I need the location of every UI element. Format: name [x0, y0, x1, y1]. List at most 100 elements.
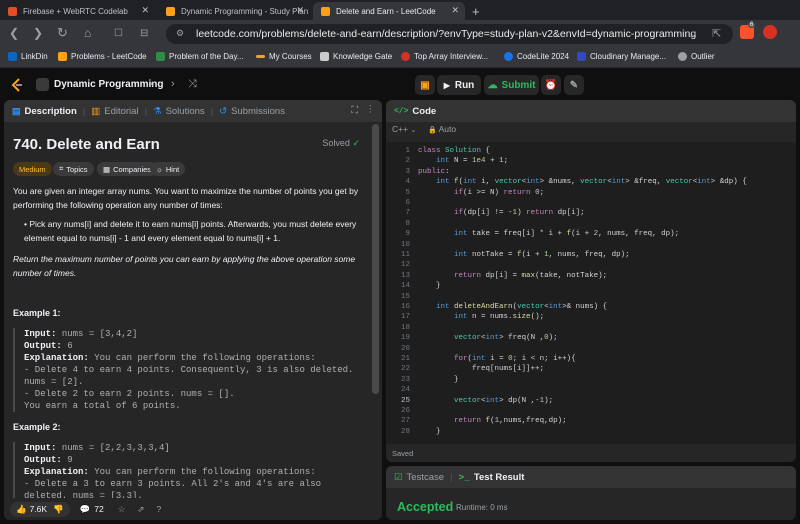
close-tab-icon[interactable]: ✕	[141, 5, 149, 16]
hint-tag[interactable]: ☼ Hint	[150, 162, 186, 176]
companies-tag[interactable]: ▦ Companies	[97, 162, 158, 176]
bookmark-cloudinary[interactable]: Cloudinary Manage...	[577, 52, 666, 61]
line-number: 17	[400, 313, 410, 322]
rule-bullet: • Pick any nums[i] and delete it to earn…	[24, 217, 364, 245]
line-number: 27	[400, 417, 410, 426]
next-problem-icon[interactable]: ›	[171, 78, 175, 90]
line-number: 26	[400, 407, 410, 415]
thumbs-down-icon[interactable]: 👎	[53, 504, 64, 515]
code-line: vector<int> dp(N ,-1);	[454, 396, 554, 405]
problem-statement: You are given an integer array nums. You…	[13, 184, 364, 212]
bookmark-knowledge-gate[interactable]: Knowledge Gate	[320, 52, 392, 61]
line-number: 24	[400, 386, 410, 395]
line-number: 16	[400, 303, 410, 311]
site-info-icon[interactable]: ⚙	[176, 28, 184, 39]
tab-solutions[interactable]: ⚗ Solutions	[153, 106, 205, 117]
run-button[interactable]: ▶ Run	[437, 75, 481, 95]
bookmark-outlier[interactable]: Outlier	[678, 52, 715, 61]
tag-icon: ⌗	[59, 164, 64, 173]
result-status: Accepted	[397, 500, 454, 514]
more-options-icon[interactable]: ⋮	[366, 104, 376, 115]
code-line: int take = freq[i] * i + f(i + 2, nums, …	[454, 230, 680, 239]
tab-label: Testcase	[406, 471, 445, 483]
bookmark-my-courses[interactable]: My Courses	[256, 52, 312, 61]
problem-title[interactable]: 740. Delete and Earn	[13, 136, 160, 153]
maximize-icon[interactable]: ⛶	[351, 105, 358, 116]
line-number: 19	[400, 334, 410, 343]
notes-button[interactable]: ✎	[564, 75, 584, 95]
mode-label: Auto	[438, 124, 457, 134]
browser-toolbar: ❮ ❯ ↻ ⌂ ☐ ⊟ ⚙ leetcode.com/problems/dele…	[0, 20, 800, 48]
bookmark-codelite[interactable]: CodeLite 2024	[504, 52, 569, 61]
line-number: 5	[405, 188, 410, 197]
code-editor[interactable]: 1 class Solution {2 int N = 1e4 + 1; 3 publ…	[386, 142, 796, 444]
reload-icon[interactable]: ↻	[57, 25, 68, 41]
back-icon[interactable]: ❮	[9, 26, 19, 40]
leetcode-logo-icon[interactable]	[10, 78, 24, 92]
forward-icon[interactable]: ❯	[33, 26, 43, 40]
example-1-explanation: Explanation: You can perform the followi…	[24, 353, 316, 363]
line-number: 3	[405, 167, 410, 176]
bookmark-problems[interactable]: Problems - LeetCode	[58, 52, 147, 61]
like-count: 7.6K	[29, 504, 48, 514]
close-tab-icon[interactable]: ✕	[451, 5, 459, 16]
description-scrollbar[interactable]	[372, 124, 379, 394]
share-link-icon[interactable]: ⇗	[137, 504, 144, 515]
search-icon[interactable]: ⌕	[690, 26, 697, 41]
example-2-explanation: Explanation: You can perform the followi…	[24, 467, 316, 477]
bookmark-potd[interactable]: Problem of the Day...	[156, 52, 244, 61]
linkedin-icon	[8, 52, 17, 61]
thumbs-up-icon: 👍	[16, 503, 27, 514]
play-icon: ▶	[443, 80, 450, 90]
return-text: Return the maximum number of points you …	[13, 254, 356, 278]
star-icon[interactable]: ☆	[118, 504, 126, 515]
browser-tab-firebase[interactable]: Firebase + WebRTC Codelab ✕	[0, 2, 155, 20]
help-icon[interactable]: ?	[157, 504, 162, 514]
browser-tab-study-plan[interactable]: Dynamic Programming - Study Plan ✕	[158, 2, 310, 20]
address-bar[interactable]: ⚙ leetcode.com/problems/delete-and-earn/…	[166, 24, 733, 44]
submit-button[interactable]: ☁ Submit	[484, 75, 539, 95]
shuffle-icon[interactable]: ⤨	[188, 78, 197, 91]
browser-tab-delete-and-earn[interactable]: Delete and Earn - LeetCode ✕	[313, 2, 465, 20]
code-line: return dp[i] = max(take, notTake);	[454, 271, 608, 280]
example-1-step: You earn a total of 6 points.	[24, 401, 181, 411]
editor-toolbar: C++ ⌄ 🔒 Auto	[386, 122, 796, 138]
run-label: Run	[454, 79, 475, 91]
rewards-icon[interactable]	[763, 25, 777, 39]
line-number: 11	[400, 251, 410, 259]
tab-search-icon[interactable]: ⊟	[140, 28, 148, 39]
study-plan-icon	[36, 78, 49, 91]
timer-button[interactable]: ⏰	[541, 75, 561, 95]
debug-button[interactable]: ▣	[415, 75, 435, 95]
new-tab-button[interactable]: +	[470, 2, 490, 20]
home-icon[interactable]: ⌂	[84, 26, 91, 40]
like-button[interactable]: 👍 7.6K 👎	[10, 501, 70, 517]
courses-icon	[256, 55, 265, 58]
prev-problem-icon[interactable]: ‹	[150, 78, 154, 90]
problem-list-title[interactable]: Dynamic Programming	[54, 79, 163, 90]
bookmark-linkedin[interactable]: LinkDin	[8, 52, 48, 61]
tab-test-result[interactable]: >_ Test Result	[459, 472, 525, 483]
language-label: C++	[392, 124, 409, 134]
tab-submissions[interactable]: ↺ Submissions	[219, 106, 285, 117]
bookmark-label: My Courses	[269, 52, 312, 61]
comments-button[interactable]: 💬 72	[80, 504, 104, 515]
bookmark-page-icon[interactable]: ☐	[114, 28, 123, 39]
share-icon[interactable]: ⇱	[712, 27, 721, 40]
example-2-output: Output: 9	[24, 455, 73, 465]
mode-indicator[interactable]: 🔒 Auto	[428, 124, 456, 134]
bookmark-top-array[interactable]: Top Array Interview...	[401, 52, 488, 61]
tab-code[interactable]: </> Code	[394, 106, 436, 117]
code-line: freq[nums[i]]++;	[418, 365, 545, 374]
comment-count: 72	[94, 504, 104, 514]
cloudinary-icon	[577, 52, 586, 61]
tab-description[interactable]: ▤ Description	[12, 106, 77, 117]
extension-badge: 6	[748, 22, 756, 28]
tab-editorial[interactable]: ▥ Editorial	[91, 106, 138, 117]
topics-tag[interactable]: ⌗ Topics	[53, 162, 94, 176]
language-select[interactable]: C++ ⌄	[392, 124, 416, 134]
example-1-step: - Delete 4 to earn 4 points. Consequentl…	[24, 365, 354, 387]
code-line: int n = nums.size();	[454, 313, 545, 322]
close-tab-icon[interactable]: ✕	[296, 5, 304, 16]
tab-testcase[interactable]: ☑ Testcase	[394, 472, 444, 483]
